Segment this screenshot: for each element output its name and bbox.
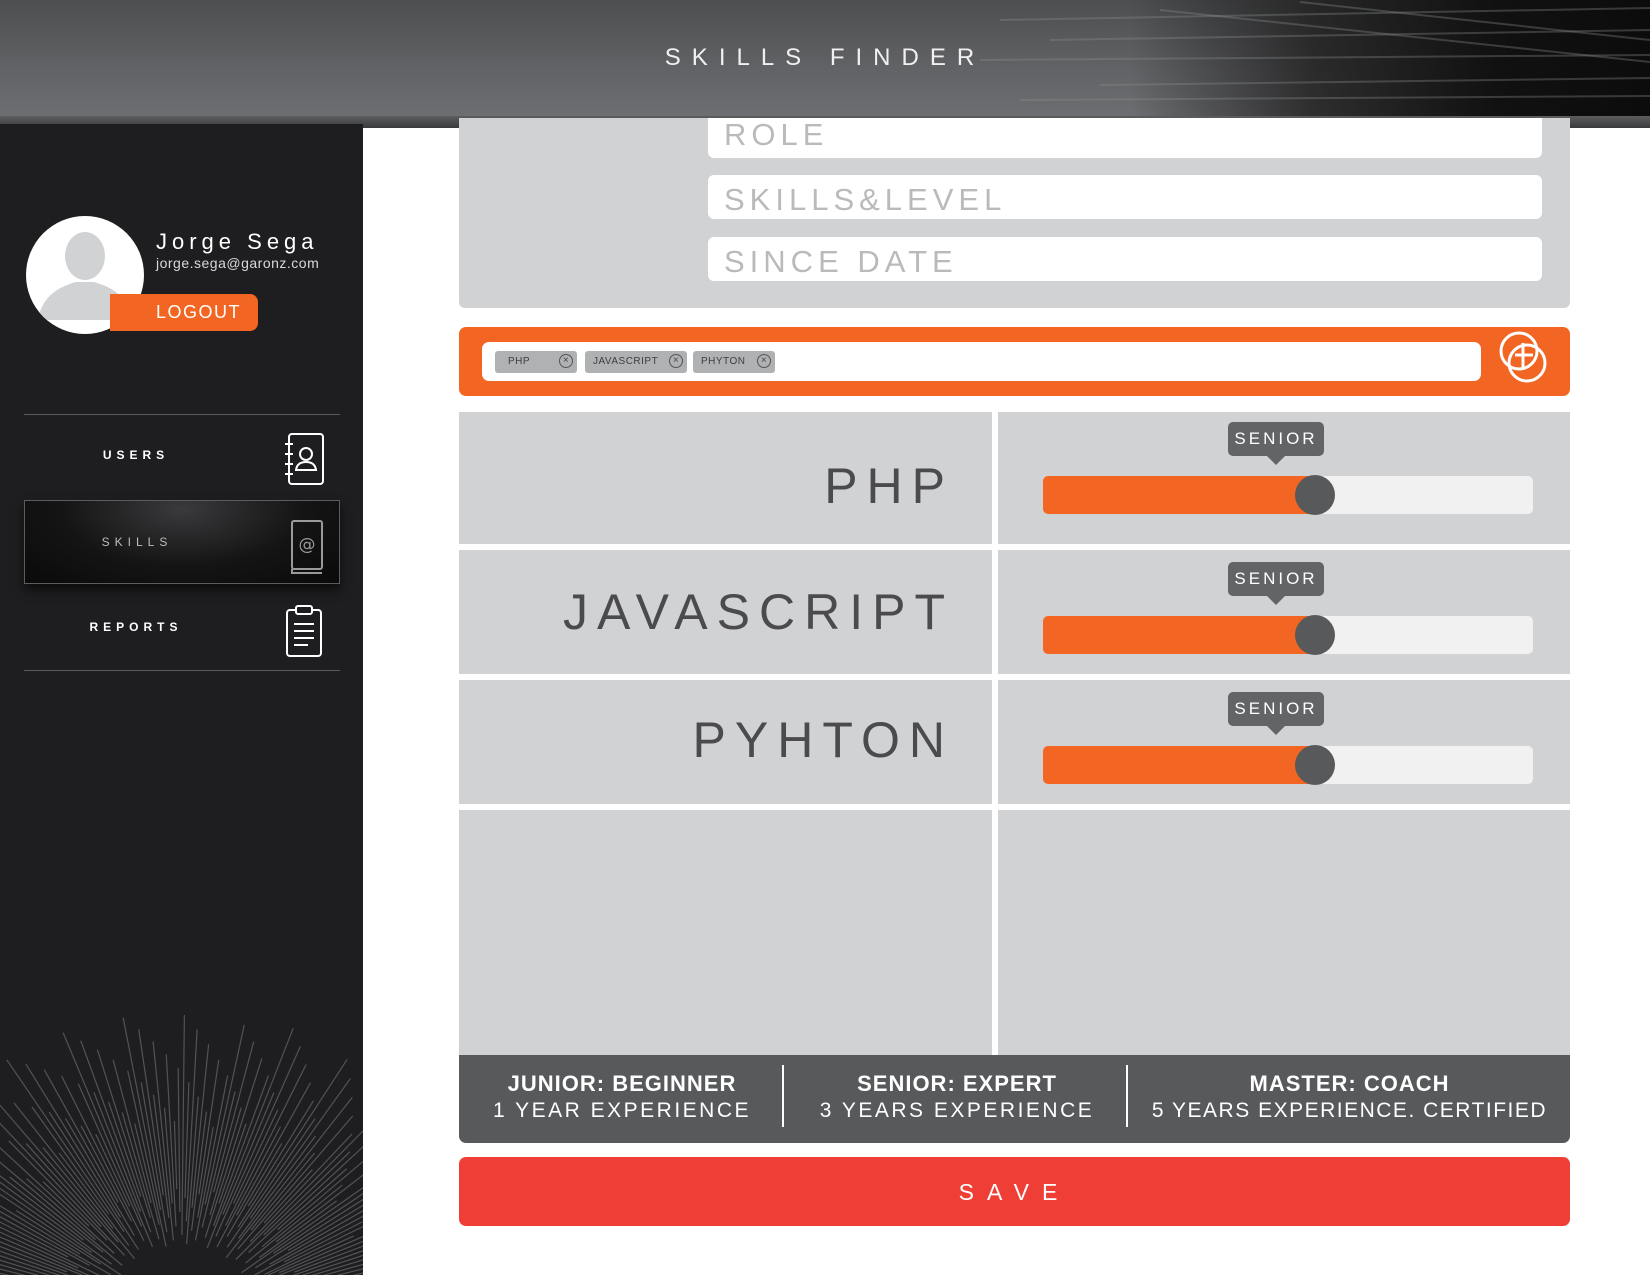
skill-name: PHP xyxy=(824,458,954,514)
app-title: SKILLS FINDER xyxy=(664,44,986,71)
legend-senior: SENIOR: EXPERT 3 YEARS EXPERIENCE xyxy=(785,1071,1129,1125)
add-tag-icon[interactable] xyxy=(1497,329,1551,387)
legend-title: SENIOR: EXPERT xyxy=(857,1071,1057,1096)
svg-text:@: @ xyxy=(299,535,316,555)
legend-subtitle: 3 YEARS EXPERIENCE xyxy=(819,1099,1095,1122)
slider-handle[interactable] xyxy=(1294,745,1335,785)
empty-cell xyxy=(998,810,1570,1055)
legend-title: MASTER: COACH xyxy=(1249,1071,1450,1096)
slider-handle[interactable] xyxy=(1294,615,1335,655)
sidebar-item-label: SKILLS xyxy=(101,535,173,549)
slider-fill xyxy=(1043,476,1315,514)
level-slider[interactable] xyxy=(1043,475,1533,515)
filter-form: ROLE SKILLS&LEVEL SINCE DATE xyxy=(459,118,1570,308)
skills-table: PHP SENIOR JAVASCRIPT SENIOR PYHTON SENI… xyxy=(459,412,1570,1055)
user-name: Jorge Sega xyxy=(156,229,319,254)
level-tooltip: SENIOR xyxy=(1228,422,1324,465)
contacts-book-icon xyxy=(285,433,324,485)
tag-input[interactable]: PHP × JAVASCRIPT × PHYTON × xyxy=(482,342,1481,381)
tag-label: JAVASCRIPT xyxy=(593,356,659,367)
nav-divider-bottom xyxy=(24,670,340,671)
slider-fill xyxy=(1043,616,1315,654)
tag-chip[interactable]: JAVASCRIPT × xyxy=(585,351,687,373)
skill-name: JAVASCRIPT xyxy=(563,584,954,640)
sidebar-burst-decoration xyxy=(0,1015,363,1275)
legend-master: MASTER: COACH 5 YEARS EXPERIENCE. CERTIF… xyxy=(1129,1071,1570,1125)
sidebar-item-label: USERS xyxy=(102,448,170,462)
skill-name-cell: PYHTON xyxy=(459,680,992,804)
skills-level-field[interactable]: SKILLS&LEVEL xyxy=(708,175,1542,219)
skill-name: PYHTON xyxy=(692,712,954,768)
save-button[interactable]: SAVE xyxy=(459,1157,1570,1226)
app-header: SKILLS FINDER xyxy=(0,0,1650,128)
legend-divider xyxy=(1126,1065,1128,1127)
level-slider[interactable] xyxy=(1043,745,1533,785)
tag-chip[interactable]: PHP × xyxy=(495,351,577,373)
remove-tag-icon[interactable]: × xyxy=(757,354,771,368)
level-tooltip: SENIOR xyxy=(1228,562,1324,605)
sidebar-item-reports[interactable]: REPORTS xyxy=(24,586,340,670)
sidebar: Jorge Sega jorge.sega@garonz.com LOGOUT … xyxy=(0,124,363,1275)
legend-divider xyxy=(782,1065,784,1127)
slider-handle[interactable] xyxy=(1294,475,1335,515)
legend-subtitle: 1 YEAR EXPERIENCE xyxy=(492,1099,752,1122)
sidebar-item-label: REPORTS xyxy=(89,620,183,634)
skill-level-cell: SENIOR xyxy=(998,680,1570,804)
clipboard-icon xyxy=(286,605,322,657)
legend-title: JUNIOR: BEGINNER xyxy=(507,1071,737,1096)
remove-tag-icon[interactable]: × xyxy=(559,354,573,368)
logout-button[interactable]: LOGOUT xyxy=(110,294,258,331)
role-field[interactable]: ROLE xyxy=(708,118,1542,158)
remove-tag-icon[interactable]: × xyxy=(669,354,683,368)
skill-level-cell: SENIOR xyxy=(998,412,1570,544)
level-legend: JUNIOR: BEGINNER 1 YEAR EXPERIENCE SENIO… xyxy=(459,1055,1570,1143)
empty-cell xyxy=(459,810,992,1055)
sidebar-item-skills[interactable]: SKILLS @ xyxy=(24,500,340,584)
legend-junior: JUNIOR: BEGINNER 1 YEAR EXPERIENCE xyxy=(459,1071,785,1125)
skill-name-cell: JAVASCRIPT xyxy=(459,550,992,674)
skill-tag-bar: PHP × JAVASCRIPT × PHYTON × xyxy=(459,327,1570,396)
tag-label: PHYTON xyxy=(701,356,746,367)
tag-chip[interactable]: PHYTON × xyxy=(693,351,775,373)
tag-label: PHP xyxy=(508,356,531,367)
legend-subtitle: 5 YEARS EXPERIENCE. CERTIFIED xyxy=(1151,1099,1548,1122)
sidebar-item-users[interactable]: USERS xyxy=(24,414,340,498)
skill-level-cell: SENIOR xyxy=(998,550,1570,674)
level-tooltip: SENIOR xyxy=(1228,692,1324,735)
level-slider[interactable] xyxy=(1043,615,1533,655)
since-date-field[interactable]: SINCE DATE xyxy=(708,237,1542,281)
skill-name-cell: PHP xyxy=(459,412,992,544)
user-email: jorge.sega@garonz.com xyxy=(156,255,320,271)
address-book-icon: @ xyxy=(291,520,323,574)
slider-fill xyxy=(1043,746,1315,784)
